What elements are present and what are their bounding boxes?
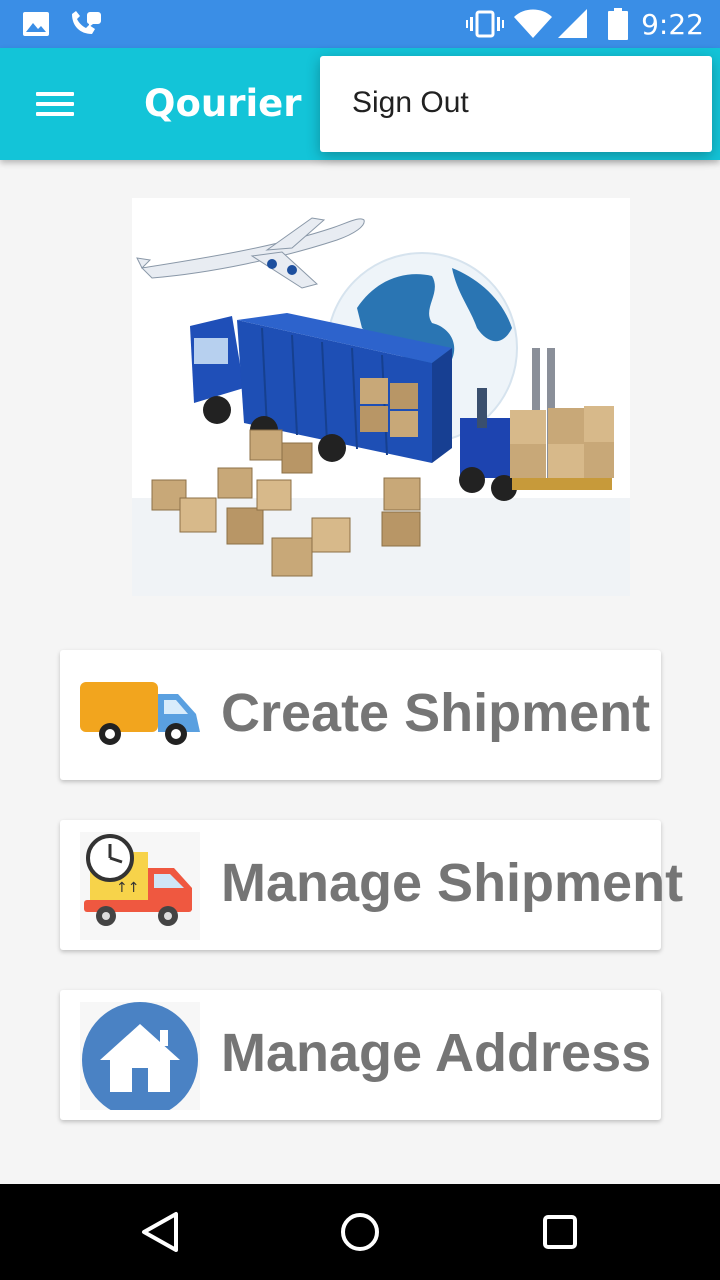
back-icon[interactable] <box>136 1208 184 1256</box>
manage-address-button[interactable]: Manage Address <box>60 990 661 1120</box>
timed-delivery-truck-icon: ↑↑ <box>80 832 200 940</box>
hamburger-menu-icon[interactable] <box>22 78 78 130</box>
create-shipment-button[interactable]: Create Shipment <box>60 650 661 780</box>
sign-out-menu-item[interactable]: Sign Out <box>320 56 712 152</box>
signal-icon <box>558 9 587 38</box>
manage-shipment-button[interactable]: ↑↑ Manage Shipment <box>60 820 683 950</box>
system-nav-bar <box>0 1184 720 1280</box>
app-title: Qourier <box>144 82 302 125</box>
image-icon <box>23 12 49 36</box>
create-shipment-label: Create Shipment <box>221 683 651 743</box>
overflow-menu: Sign Out <box>320 56 712 152</box>
manage-address-label: Manage Address <box>221 1023 652 1083</box>
home-icon <box>80 1002 200 1110</box>
battery-icon <box>608 8 628 40</box>
vibrate-icon <box>466 10 504 38</box>
recents-icon[interactable] <box>536 1208 584 1256</box>
phone-alert-icon <box>72 11 101 34</box>
wifi-icon <box>514 9 552 38</box>
svg-text:↑↑: ↑↑ <box>116 880 139 896</box>
status-bar: 9:22 <box>0 0 720 48</box>
manage-shipment-label: Manage Shipment <box>221 853 684 913</box>
logistics-illustration <box>132 198 630 596</box>
status-time: 9:22 <box>641 8 704 41</box>
home-circle-icon[interactable] <box>336 1208 384 1256</box>
delivery-truck-icon <box>80 682 200 745</box>
